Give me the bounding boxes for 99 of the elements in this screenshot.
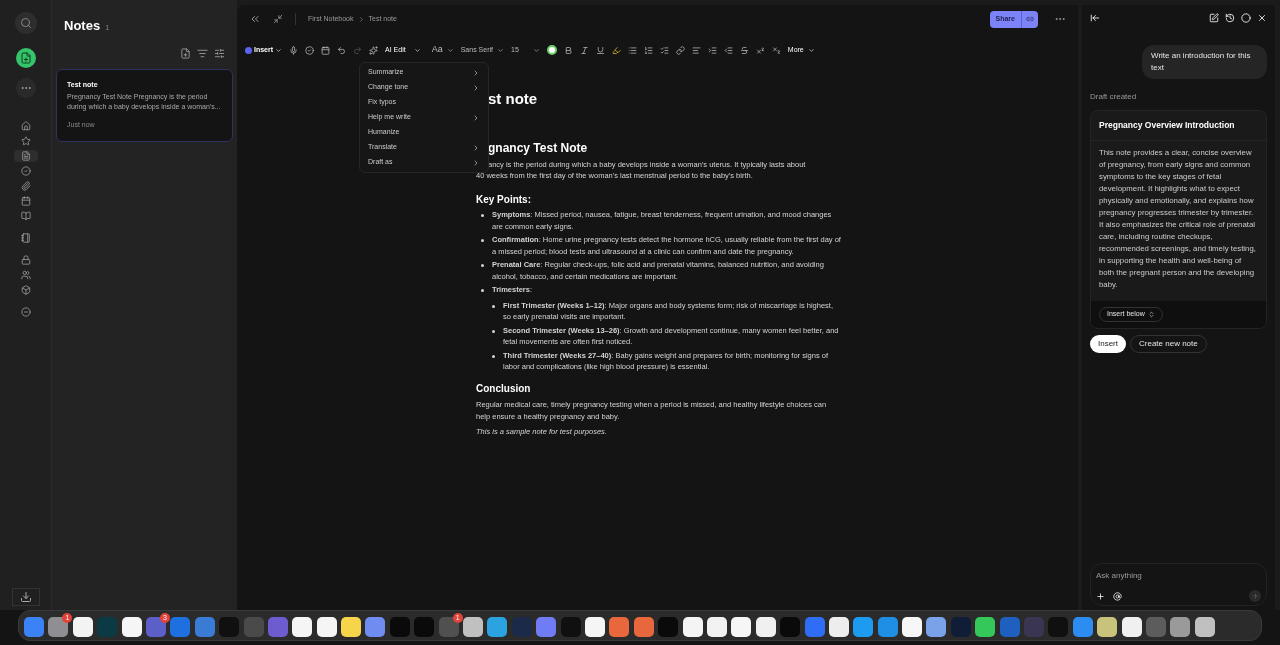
section-heading: gnancy Test Note xyxy=(487,143,589,155)
app-icon[interactable] xyxy=(1121,616,1142,637)
sliders-icon[interactable] xyxy=(214,47,225,59)
numbered-list-icon[interactable] xyxy=(643,45,653,55)
app-icon[interactable] xyxy=(682,616,703,637)
collapse-icon[interactable] xyxy=(249,13,261,25)
note-title: st note xyxy=(487,89,539,109)
bullet-icon xyxy=(492,304,495,308)
app-icon[interactable] xyxy=(292,616,313,637)
edit-icon[interactable] xyxy=(1209,13,1219,23)
subscript-icon[interactable] xyxy=(771,45,781,55)
chevron-icon xyxy=(357,15,365,23)
undo-icon[interactable] xyxy=(337,45,347,55)
bold-icon[interactable] xyxy=(563,45,573,55)
people-icon xyxy=(20,270,31,280)
star-icon xyxy=(20,136,31,146)
more-button[interactable] xyxy=(15,78,36,98)
bullet-icon xyxy=(481,289,484,292)
draft-title: Pregnancy Overview Introduction xyxy=(1091,111,1266,141)
check-circle-icon[interactable] xyxy=(305,45,315,55)
superscript-icon[interactable] xyxy=(755,45,765,55)
box-icon xyxy=(20,285,31,295)
lock-icon xyxy=(20,255,31,265)
chevron-down-icon xyxy=(807,46,815,54)
circle-icon[interactable] xyxy=(1241,13,1251,23)
paperclip-icon xyxy=(20,181,31,191)
section-heading: Conclusion xyxy=(476,382,532,394)
check-circle-icon xyxy=(20,166,31,176)
mention-icon[interactable] xyxy=(1113,591,1122,601)
app-icon[interactable] xyxy=(316,616,337,637)
app-icon[interactable] xyxy=(463,616,484,637)
align-left-icon[interactable] xyxy=(691,45,701,55)
app-icon[interactable] xyxy=(706,616,727,637)
minus-circle-icon xyxy=(20,307,31,317)
bullet-icon xyxy=(481,264,484,267)
chevron-down-icon xyxy=(532,46,540,54)
history-icon[interactable] xyxy=(1225,13,1235,23)
notebook-icon xyxy=(20,233,31,243)
minimize-icon[interactable] xyxy=(273,14,283,24)
new-note-button[interactable] xyxy=(15,48,36,68)
indent-icon[interactable] xyxy=(707,45,717,55)
close-icon[interactable] xyxy=(1257,13,1267,23)
checklist-icon[interactable] xyxy=(659,45,669,55)
app-icon[interactable] xyxy=(828,616,849,637)
link-icon xyxy=(1026,15,1034,23)
up-down-icon xyxy=(1147,310,1155,318)
chevron-down-icon xyxy=(413,46,421,54)
plus-icon[interactable] xyxy=(1096,591,1105,601)
sparkles-icon[interactable] xyxy=(369,45,379,55)
download-button[interactable] xyxy=(11,588,40,606)
book-icon xyxy=(20,211,31,221)
calendar-icon[interactable] xyxy=(321,45,331,55)
message-input[interactable]: Ask anything xyxy=(1096,570,1261,582)
chevron-down-icon xyxy=(275,46,283,54)
outdent-icon[interactable] xyxy=(723,45,733,55)
new-note-icon xyxy=(19,52,32,64)
app-icon[interactable] xyxy=(1194,616,1215,637)
bullet-icon xyxy=(492,329,495,333)
chevron-down-icon xyxy=(497,46,504,54)
app-icon[interactable] xyxy=(72,616,93,637)
calendar-icon xyxy=(20,196,31,206)
bullet-list-icon[interactable] xyxy=(627,45,637,55)
filter-icon[interactable] xyxy=(197,47,208,59)
highlighter-icon[interactable] xyxy=(611,45,621,55)
app-icon[interactable] xyxy=(121,616,142,637)
app-icon[interactable] xyxy=(341,616,362,637)
search-icon xyxy=(19,17,32,29)
document-icon xyxy=(20,151,31,161)
app-icon[interactable] xyxy=(902,616,923,637)
app-icon[interactable] xyxy=(926,616,947,637)
bullet-icon xyxy=(492,354,495,358)
app-icon[interactable] xyxy=(1097,616,1118,637)
color-picker-icon[interactable] xyxy=(546,45,557,55)
section-heading: Key Points: xyxy=(476,193,532,205)
microphone-icon[interactable] xyxy=(289,45,299,55)
bullet-icon xyxy=(481,214,484,217)
strikethrough-icon[interactable] xyxy=(739,45,749,55)
bullet-icon xyxy=(481,239,484,242)
status-text: Draft created xyxy=(1090,91,1138,103)
user-message: Write an introduction for this text xyxy=(1142,45,1267,79)
app-icon[interactable] xyxy=(975,616,996,637)
new-note-icon[interactable] xyxy=(180,47,191,59)
search-button[interactable] xyxy=(14,12,37,34)
collapse-panel-icon[interactable] xyxy=(1090,13,1100,23)
text-style-button[interactable]: Aa xyxy=(431,43,454,57)
sidebar-item[interactable] xyxy=(13,150,38,162)
arrow-up-icon xyxy=(1251,592,1259,600)
download-icon xyxy=(19,591,32,603)
app-icon[interactable] xyxy=(755,616,776,637)
insert-button[interactable]: Insert xyxy=(1090,334,1126,353)
link-icon[interactable] xyxy=(675,45,685,55)
app-icon[interactable] xyxy=(731,616,752,637)
home-icon xyxy=(20,121,31,131)
underline-icon[interactable] xyxy=(595,45,605,55)
notes-title: Notes xyxy=(64,17,101,35)
app-icon[interactable] xyxy=(585,616,605,637)
chevron-down-icon xyxy=(446,46,454,54)
italic-icon[interactable] xyxy=(579,45,589,55)
chat-input[interactable]: Ask anything xyxy=(1090,563,1267,606)
